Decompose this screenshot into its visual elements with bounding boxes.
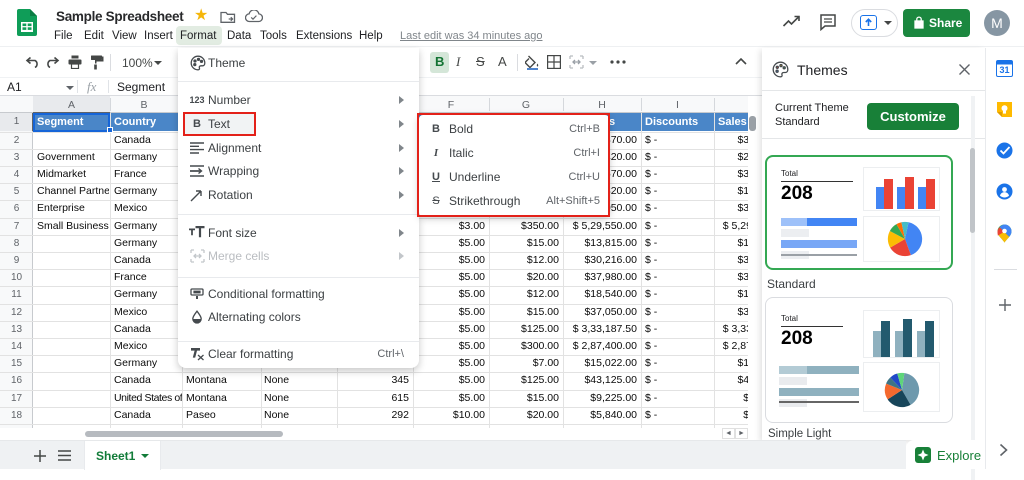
svg-text:31: 31 xyxy=(999,65,1009,75)
